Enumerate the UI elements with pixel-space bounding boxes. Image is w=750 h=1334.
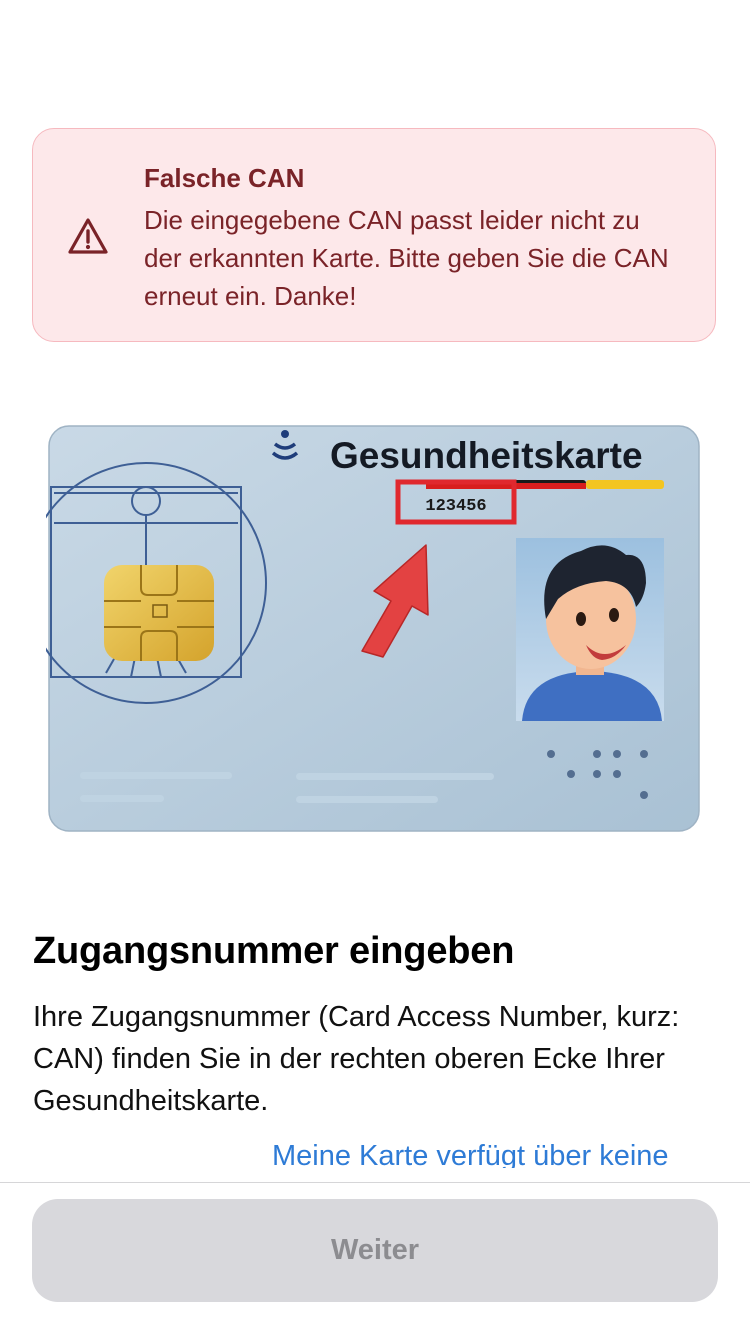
card-title: Gesundheitskarte xyxy=(330,435,643,476)
no-can-link[interactable]: Meine Karte verfügt über keine xyxy=(272,1134,722,1168)
can-number: 123456 xyxy=(425,497,486,516)
footer-divider xyxy=(0,1182,750,1183)
health-card-illustration: Gesundheitskarte 123456 xyxy=(46,423,702,835)
warning-triangle-icon xyxy=(68,218,108,254)
page-description: Ihre Zugangsnummer (Card Access Number, … xyxy=(33,1001,680,1117)
error-alert: Falsche CAN Die eingegebene CAN passt le… xyxy=(32,128,716,342)
continue-button[interactable]: Weiter xyxy=(32,1199,718,1302)
avatar xyxy=(516,538,664,721)
alert-message: Die eingegebene CAN passt leider nicht z… xyxy=(144,205,669,311)
alert-title: Falsche CAN xyxy=(144,163,305,193)
page-title: Zugangsnummer eingeben xyxy=(33,930,515,972)
chip-icon xyxy=(104,565,214,661)
